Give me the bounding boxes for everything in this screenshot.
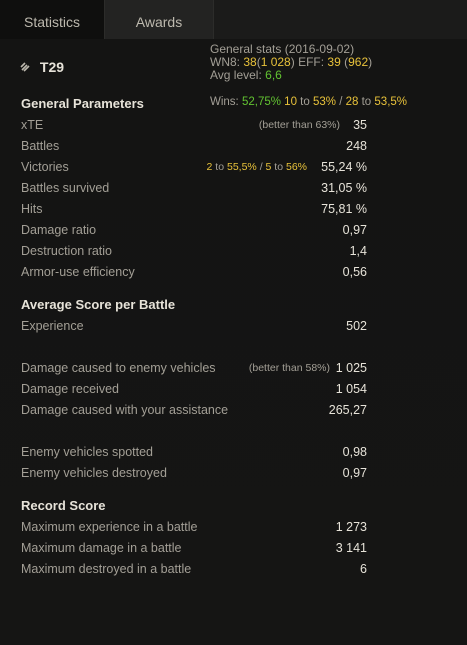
hits-value: 75,81 %	[321, 202, 367, 216]
assistance-value: 265,27	[328, 403, 367, 417]
xte-value: 35	[353, 118, 367, 132]
tank-tier-icon	[20, 61, 32, 75]
damage-caused-row: Damage caused to enemy vehicles (better …	[21, 358, 367, 379]
general-stats-label: General stats	[210, 42, 282, 56]
victories-targets: 2 to 55,5% / 5 to 56%	[207, 157, 307, 178]
general-stats-header: General stats (2016-09-02) WN8: 38(1 028…	[210, 43, 372, 82]
wn8-value: 38	[243, 55, 257, 69]
wins-target1-count: 10	[284, 96, 297, 108]
experience-value: 502	[346, 319, 367, 333]
eff-label: EFF:	[298, 55, 325, 69]
vic-count1: 2	[206, 161, 213, 173]
average-score-title: Average Score per Battle	[21, 297, 176, 312]
victories-value: 55,24 %	[321, 160, 367, 174]
armor-use-row: Armor-use efficiency 0,56	[21, 262, 367, 283]
xte-row: xTE (better than 63%) 35	[21, 115, 367, 136]
battles-value: 248	[346, 139, 367, 153]
tank-name: T29	[39, 59, 65, 75]
wins-sep: /	[339, 96, 343, 108]
wins-target2-count: 28	[345, 96, 359, 108]
wins-label: Wins:	[210, 96, 239, 108]
damage-received-label: Damage received	[21, 382, 119, 396]
record-score-title: Record Score	[21, 498, 106, 513]
vic-count2: 5	[265, 161, 272, 173]
experience-row: Experience 502	[21, 316, 367, 337]
armor-use-label: Armor-use efficiency	[21, 265, 135, 279]
experience-label: Experience	[21, 319, 84, 333]
tab-awards[interactable]: Awards	[104, 0, 214, 39]
vic-to2: to	[274, 161, 284, 173]
max-experience-value: 1 273	[335, 520, 367, 534]
eff-paren-close: )	[368, 55, 373, 69]
wins-target1-pct: 53%	[312, 96, 336, 108]
spotted-row: Enemy vehicles spotted 0,98	[21, 442, 367, 463]
wn8-paren-close: )	[290, 55, 295, 69]
vic-to1: to	[215, 161, 225, 173]
wins-target2-pct: 53,5%	[374, 96, 408, 108]
damage-received-value: 1 054	[335, 382, 367, 396]
survived-row: Battles survived 31,05 %	[21, 178, 367, 199]
spotted-label: Enemy vehicles spotted	[21, 445, 154, 459]
tab-bar: Statistics Awards	[0, 0, 467, 40]
hits-label: Hits	[21, 202, 43, 216]
destroyed-label: Enemy vehicles destroyed	[21, 466, 167, 480]
vic-pct1: 55,5%	[226, 161, 257, 173]
general-parameters-title: General Parameters	[21, 96, 144, 111]
wins-to1: to	[300, 96, 310, 108]
max-experience-row: Maximum experience in a battle 1 273	[21, 517, 367, 538]
destruction-ratio-value: 1,4	[349, 244, 367, 258]
battles-row: Battles 248	[21, 136, 367, 157]
damage-caused-note: (better than 58%)	[248, 362, 330, 374]
damage-received-row: Damage received 1 054	[21, 379, 367, 400]
wn8-label: WN8:	[210, 55, 240, 69]
avg-level-value: 6,6	[265, 68, 282, 82]
max-destroyed-label: Maximum destroyed in a battle	[21, 562, 192, 576]
spotted-value: 0,98	[342, 445, 367, 459]
hits-row: Hits 75,81 %	[21, 199, 367, 220]
damage-caused-value: 1 025	[335, 361, 367, 375]
survived-label: Battles survived	[21, 181, 110, 195]
damage-ratio-value: 0,97	[342, 223, 367, 237]
eff-secondary: 962	[348, 55, 369, 69]
damage-ratio-row: Damage ratio 0,97	[21, 220, 367, 241]
tank-title: T29	[20, 59, 64, 75]
avg-level-label: Avg level:	[210, 68, 262, 82]
max-damage-row: Maximum damage in a battle 3 141	[21, 538, 367, 559]
assistance-row: Damage caused with your assistance 265,2…	[21, 400, 367, 421]
battles-label: Battles	[21, 139, 60, 153]
wins-value: 52,75%	[241, 96, 281, 108]
tab-statistics[interactable]: Statistics	[0, 0, 104, 39]
assistance-label: Damage caused with your assistance	[21, 403, 229, 417]
max-experience-label: Maximum experience in a battle	[21, 520, 198, 534]
xte-note: (better than 63%)	[258, 119, 340, 131]
general-stats-date: (2016-09-02)	[284, 42, 355, 56]
destruction-ratio-row: Destruction ratio 1,4	[21, 241, 367, 262]
damage-caused-label: Damage caused to enemy vehicles	[21, 361, 216, 375]
destroyed-row: Enemy vehicles destroyed 0,97	[21, 463, 367, 484]
max-damage-label: Maximum damage in a battle	[21, 541, 182, 555]
wins-summary: Wins: 52,75% 10 to 53% / 28 to 53,5%	[210, 96, 407, 108]
vic-pct2: 56%	[285, 161, 307, 173]
eff-value: 39	[327, 55, 341, 69]
armor-use-value: 0,56	[342, 265, 367, 279]
max-damage-value: 3 141	[335, 541, 367, 555]
damage-ratio-label: Damage ratio	[21, 223, 97, 237]
victories-row: Victories 2 to 55,5% / 5 to 56% 55,24 %	[21, 157, 367, 178]
wn8-secondary: 1 028	[260, 55, 291, 69]
vic-sep: /	[259, 161, 263, 173]
survived-value: 31,05 %	[321, 181, 367, 195]
avg-level-line: Avg level: 6,6	[210, 69, 372, 82]
max-destroyed-row: Maximum destroyed in a battle 6	[21, 559, 367, 580]
destroyed-value: 0,97	[342, 466, 367, 480]
xte-label: xTE	[21, 118, 44, 132]
max-destroyed-value: 6	[360, 562, 367, 576]
wins-to2: to	[361, 96, 372, 108]
victories-label: Victories	[21, 160, 69, 174]
destruction-ratio-label: Destruction ratio	[21, 244, 113, 258]
